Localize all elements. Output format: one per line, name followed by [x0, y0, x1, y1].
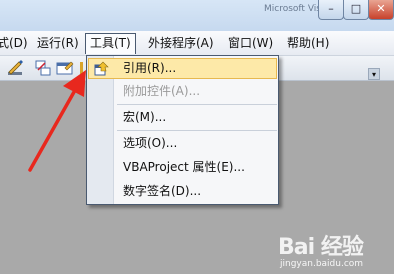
menu-separator: [117, 104, 277, 105]
toolbar-overflow-button[interactable]: ▾: [368, 68, 380, 80]
menu-separator: [117, 130, 277, 131]
watermark-logo: Bai 经验: [278, 235, 364, 260]
watermark-url: jingyan.baidu.com: [280, 259, 364, 269]
design-mode-icon[interactable]: [5, 58, 25, 78]
close-icon: ✕: [376, 2, 386, 15]
menu-view[interactable]: 式(D): [0, 34, 28, 52]
macros-menu-item[interactable]: 宏(M)...: [88, 107, 277, 128]
digital-signature-menu-item[interactable]: 数字签名(D)...: [88, 181, 277, 202]
title-bar: Microsoft Visual Basic – □ ✕: [0, 0, 394, 32]
minimize-icon: –: [328, 2, 334, 15]
project-properties-menu-item[interactable]: VBAProject 属性(E)...: [88, 157, 277, 178]
additional-controls-menu-item[interactable]: 附加控件(A)...: [88, 81, 277, 102]
properties-window-icon[interactable]: [55, 58, 75, 78]
maximize-icon: □: [350, 2, 362, 15]
menu-help[interactable]: 帮助(H): [287, 34, 329, 52]
references-label: 引用(R)...: [123, 61, 177, 75]
tools-menu-dropdown: 引用(R)... 附加控件(A)... 宏(M)... 选项(O)... VBA…: [86, 55, 279, 205]
options-label: 选项(O)...: [123, 136, 178, 150]
minimize-button[interactable]: –: [318, 0, 344, 20]
menu-run[interactable]: 运行(R): [37, 34, 79, 52]
additional-controls-label: 附加控件(A)...: [123, 84, 201, 98]
maximize-button[interactable]: □: [343, 0, 369, 20]
close-button[interactable]: ✕: [368, 0, 394, 20]
digital-signature-label: 数字签名(D)...: [123, 184, 202, 198]
menu-window[interactable]: 窗口(W): [228, 34, 273, 52]
references-menu-item[interactable]: 引用(R)...: [88, 58, 277, 79]
baidu-watermark: Bai 经验 jingyan.baidu.com: [278, 229, 394, 274]
menu-addins[interactable]: 外接程序(A): [148, 34, 214, 52]
macros-label: 宏(M)...: [123, 110, 167, 124]
options-menu-item[interactable]: 选项(O)...: [88, 133, 277, 154]
project-properties-label: VBAProject 属性(E)...: [123, 160, 245, 174]
project-explorer-icon[interactable]: [33, 58, 53, 78]
menu-tools[interactable]: 工具(T): [85, 33, 136, 54]
menu-bar: 式(D) 运行(R) 工具(T) 外接程序(A) 窗口(W) 帮助(H): [0, 31, 394, 56]
references-icon: [94, 61, 109, 76]
